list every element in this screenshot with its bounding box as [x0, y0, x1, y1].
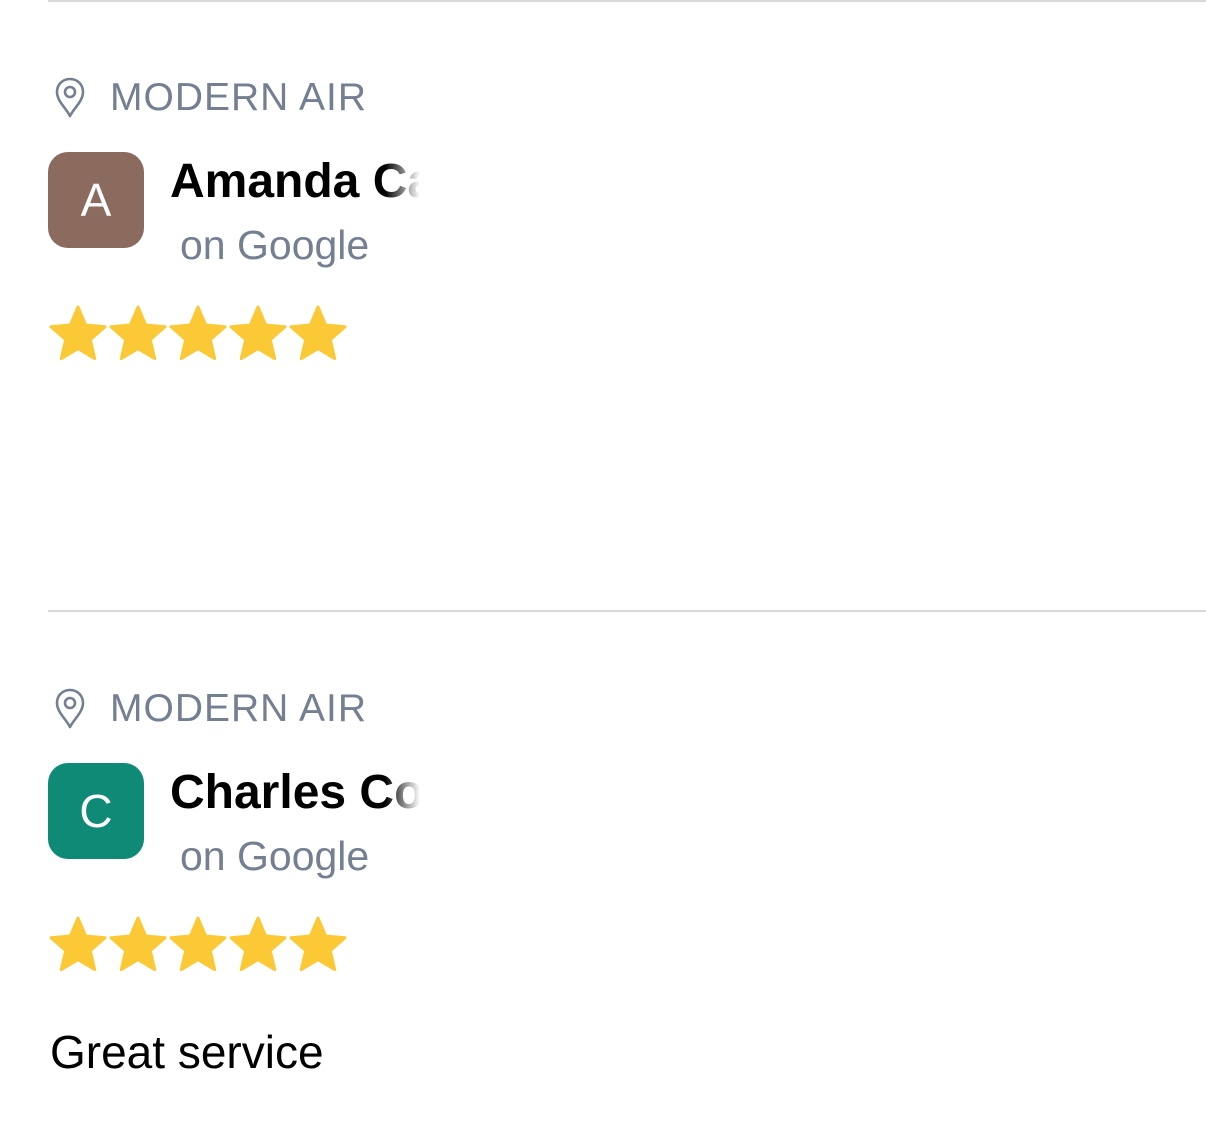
review-text: Great service — [50, 1026, 324, 1078]
star-icon — [169, 916, 227, 972]
avatar: A — [48, 152, 144, 248]
reviewer-name: Charles Co — [170, 766, 420, 819]
star-icon — [169, 305, 227, 361]
review-platform: on Google — [180, 222, 370, 268]
star-rating — [48, 304, 348, 364]
avatar: C — [48, 763, 144, 859]
star-icon — [49, 916, 107, 972]
location-name: MODERN AIR — [110, 687, 368, 730]
star-rating — [48, 915, 348, 975]
review-divider — [48, 610, 1206, 612]
map-pin-icon — [54, 75, 100, 121]
reviewer-name: Amanda Ca — [170, 155, 420, 208]
review-platform: on Google — [180, 833, 370, 879]
star-icon — [289, 916, 347, 972]
star-icon — [49, 305, 107, 361]
location-name: MODERN AIR — [110, 76, 368, 119]
map-pin-icon — [54, 686, 100, 732]
star-icon — [109, 305, 167, 361]
review-location: MODERN AIR — [48, 74, 367, 122]
top-divider — [48, 0, 1206, 2]
star-icon — [229, 916, 287, 972]
star-icon — [109, 916, 167, 972]
review-location: MODERN AIR — [48, 685, 367, 733]
star-icon — [289, 305, 347, 361]
star-icon — [229, 305, 287, 361]
